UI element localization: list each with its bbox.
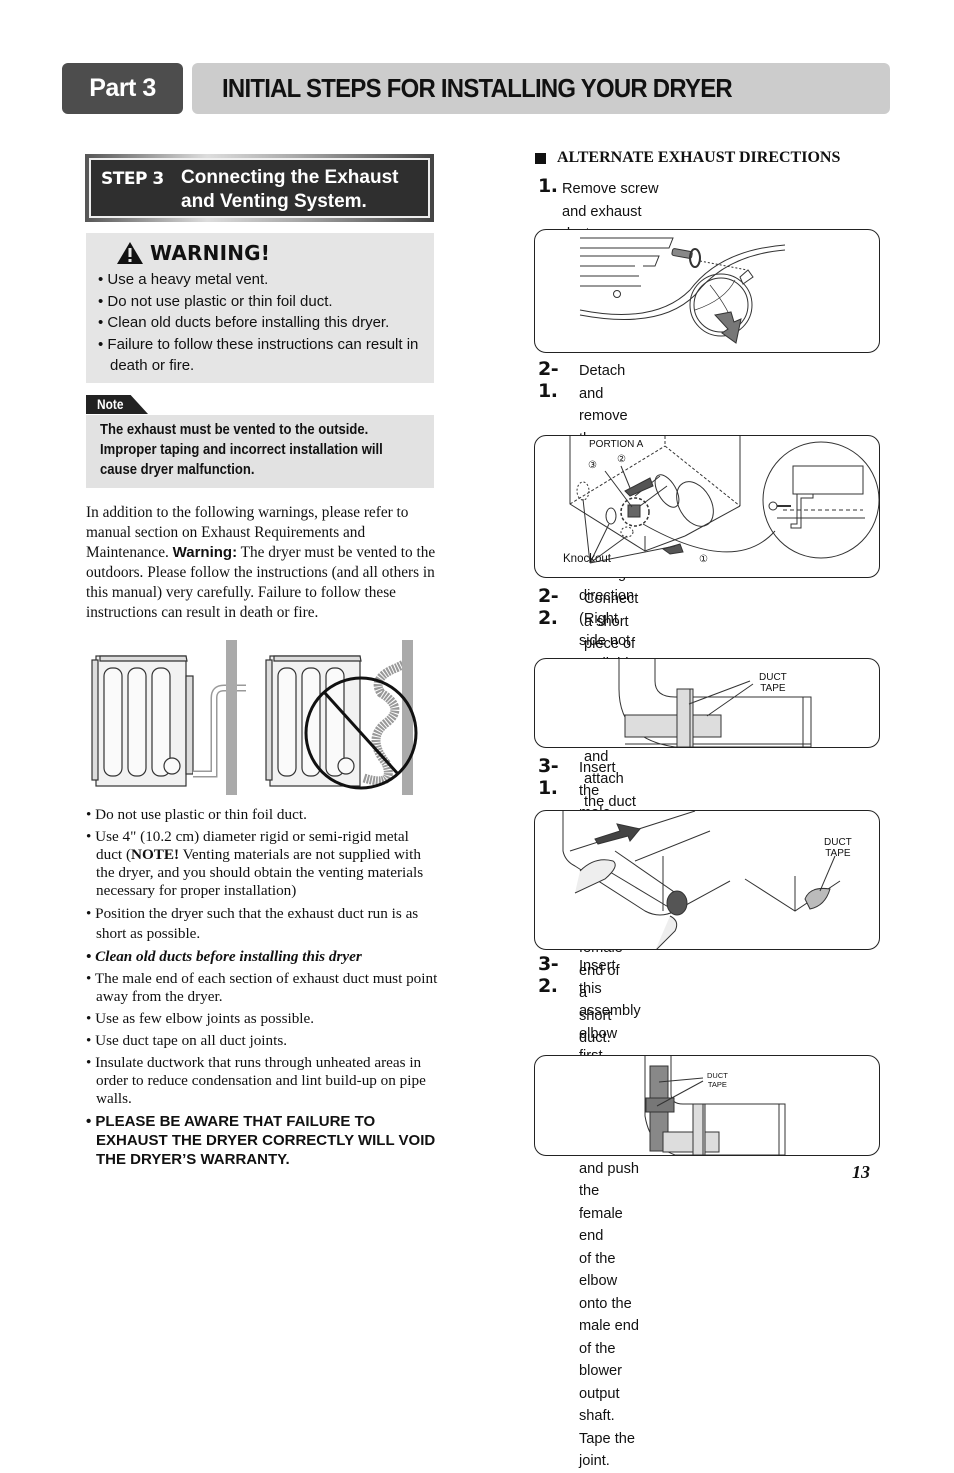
page-title: INITIAL STEPS FOR INSTALLING YOUR DRYER: [222, 73, 733, 103]
guideline-item: Use 4" (10.2 cm) diameter rigid or semi-…: [86, 828, 438, 900]
step-banner: STEP 3 Connecting the Exhaust and Ventin…: [85, 154, 434, 222]
warning-list: Use a heavy metal vent. Do not use plast…: [98, 269, 428, 377]
note-line: Improper taping and incorrect installati…: [100, 442, 383, 458]
warning-item: Failure to follow these instructions can…: [98, 334, 428, 377]
intro-warning-label: Warning:: [172, 544, 238, 561]
figure-remove-screw: [534, 229, 880, 353]
dryer-correct-illustration: [91, 655, 246, 787]
warning-triangle-icon: [117, 242, 143, 264]
guideline-item: Do not use plastic or thin foil duct.: [86, 806, 438, 824]
guideline-item: The male end of each section of exhaust …: [86, 970, 438, 1006]
step-title: Connecting the Exhaust and Venting Syste…: [181, 166, 398, 214]
warning-item: Do not use plastic or thin foil duct.: [98, 291, 428, 313]
figure-elbow-assembly: DUCT TAPE: [534, 1055, 880, 1156]
knockout-label: Knockout: [563, 553, 611, 565]
warning-item: Clean old ducts before installing this d…: [98, 312, 428, 334]
page-number: 13: [852, 1162, 870, 1182]
warning-item: Use a heavy metal vent.: [98, 269, 428, 291]
warranty-warning: PLEASE BE AWARE THAT FAILURE TO EXHAUST …: [86, 1112, 438, 1169]
note-line: The exhaust must be vented to the outsid…: [100, 422, 369, 438]
step-number: 2-2.: [538, 585, 559, 629]
note-text: The exhaust must be vented to the outsid…: [100, 420, 433, 480]
guideline-item: Position the dryer such that the exhaust…: [86, 904, 438, 944]
page-title-bar: INITIAL STEPS FOR INSTALLING YOUR DRYER: [192, 63, 890, 114]
figure-short-duct: DUCT TAPE: [534, 658, 880, 748]
square-bullet-icon: [535, 152, 546, 164]
note-label: Note: [97, 396, 124, 412]
step-number: 2-1.: [538, 358, 559, 402]
part-label: Part 3: [62, 63, 183, 114]
step-number: 3-1.: [538, 755, 559, 799]
step-number: 1.: [538, 175, 558, 197]
step-text: Insert this assembly elbow first through…: [579, 958, 641, 1469]
note-tab: Note: [86, 395, 148, 414]
warning-title: WARNING!: [150, 241, 271, 265]
note-box: The exhaust must be vented to the outsid…: [86, 415, 434, 488]
duct-tape-label: DUCT TAPE: [824, 837, 852, 859]
note-line: cause dryer malfunction.: [100, 462, 255, 478]
dryer-prohibited-illustration: [265, 655, 409, 787]
intro-paragraph: In addition to the following warnings, p…: [86, 503, 436, 623]
wall-right: [402, 640, 413, 795]
step-title-line2: and Venting System.: [181, 191, 367, 212]
part-label-text: Part 3: [89, 74, 156, 102]
guideline-item: Clean old ducts before installing this d…: [86, 948, 438, 966]
callout-3: ③: [588, 460, 597, 471]
dryer-venting-illustration: [91, 640, 418, 795]
step-number: 3-2.: [538, 953, 559, 997]
venting-guidelines-list: Do not use plastic or thin foil duct. Us…: [86, 806, 438, 1173]
warning-box: WARNING! Use a heavy metal vent. Do not …: [86, 233, 434, 383]
guideline-item: Use as few elbow joints as possible.: [86, 1010, 438, 1028]
figure-knockout: PORTION A ③ ② Knockout ①: [534, 435, 880, 578]
duct-tape-label: DUCT TAPE: [707, 1071, 728, 1089]
alternate-directions-heading: ALTERNATE EXHAUST DIRECTIONS: [535, 149, 840, 167]
step-title-line1: Connecting the Exhaust: [181, 167, 399, 188]
figure-elbow-insert: DUCT TAPE: [534, 810, 880, 950]
duct-tape-label: DUCT TAPE: [759, 672, 787, 694]
portion-a-label: PORTION A: [589, 439, 644, 450]
callout-2: ②: [617, 454, 626, 465]
callout-1: ①: [699, 554, 708, 565]
guideline-item: Insulate ductwork that runs through unhe…: [86, 1054, 438, 1108]
wall-left: [226, 640, 237, 795]
alternate-heading-text: ALTERNATE EXHAUST DIRECTIONS: [557, 149, 841, 166]
guideline-item: Use duct tape on all duct joints.: [86, 1032, 438, 1050]
step-label: STEP 3: [101, 169, 164, 189]
